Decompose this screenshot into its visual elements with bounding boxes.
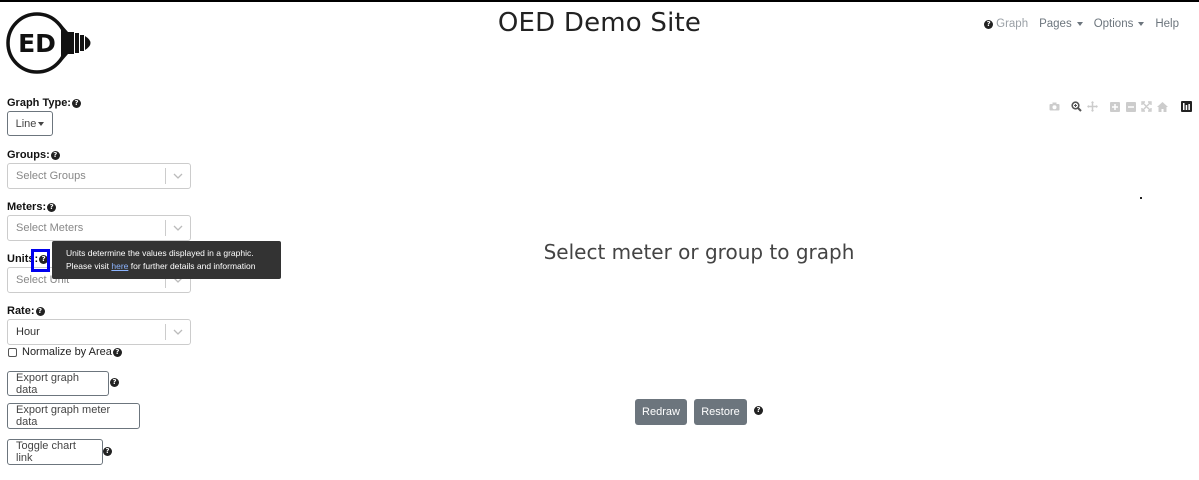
redraw-button[interactable]: Redraw [635,399,687,425]
chevron-down-icon[interactable] [166,164,190,188]
tooltip-line-1: Units determine the values displayed in … [66,248,254,258]
meters-label: Meters: ? [7,201,57,213]
camera-icon[interactable] [1048,100,1061,113]
zoom-icon[interactable] [1070,100,1083,113]
caret-down-icon [1138,22,1145,26]
nav-help[interactable]: Help [1155,18,1179,30]
top-navigation: ? Graph Pages Options Help [984,18,1179,30]
meters-label-text: Meters: [7,201,47,213]
nav-options-label: Options [1093,18,1134,30]
help-icon[interactable]: ? [110,378,119,387]
nav-pages-label: Pages [1039,18,1072,30]
graph-type-dropdown[interactable]: Line [7,111,53,136]
tooltip-help-link[interactable]: here [111,261,128,271]
groups-label: Groups: ? [7,149,60,161]
help-icon[interactable]: ? [50,150,60,160]
groups-label-text: Groups: [7,149,50,161]
restore-label: Restore [701,406,740,418]
toggle-chart-link-label: Toggle chart link [16,440,76,464]
rate-label-text: Rate: [7,305,35,317]
chevron-down-icon[interactable] [166,320,190,344]
graph-type-value: Line [15,117,37,130]
export-meter-data-button[interactable]: Export graph meter data [7,403,140,429]
help-icon[interactable]: ? [47,202,57,212]
units-tooltip: Units determine the values displayed in … [52,241,281,279]
plotly-logo-icon[interactable] [1180,100,1193,113]
export-graph-data-button[interactable]: Export graph data [7,371,109,396]
tooltip-line-2-pre: Please visit [66,261,112,271]
normalize-checkbox[interactable] [8,347,17,357]
graph-type-label-text: Graph Type: [7,97,71,109]
redraw-label: Redraw [642,406,680,418]
chevron-down-icon[interactable] [166,216,190,240]
caret-down-icon [1076,22,1083,26]
pan-icon[interactable] [1086,100,1099,113]
normalize-label: Normalize by Area [22,346,112,358]
groups-placeholder: Select Groups [16,170,86,182]
nav-graph[interactable]: ? Graph [984,18,1028,30]
units-help-focus-highlight[interactable] [31,249,50,272]
plot-modebar [1048,100,1193,113]
toggle-chart-link-button[interactable]: Toggle chart link [7,439,103,465]
reset-axes-icon[interactable] [1156,100,1169,113]
tooltip-line-2-post: for further details and information [128,261,256,271]
rate-label: Rate: ? [7,305,45,317]
export-meter-data-label: Export graph meter data [16,404,111,428]
help-icon[interactable]: ? [35,306,45,316]
help-icon: ? [984,19,994,29]
help-icon[interactable]: ? [71,98,81,108]
meters-placeholder: Select Meters [16,222,84,234]
autoscale-icon[interactable] [1140,100,1153,113]
export-graph-data-label: Export graph data [16,371,79,396]
restore-button[interactable]: Restore [694,399,747,425]
tooltip-line-2: Please visit here for further details an… [66,260,267,273]
nav-help-label: Help [1155,18,1179,30]
meters-select[interactable]: Select Meters [7,215,191,241]
graph-type-label: Graph Type: ? [7,97,81,109]
help-icon[interactable]: ? [754,406,763,415]
zoom-out-icon[interactable] [1124,100,1137,113]
nav-options-dropdown[interactable]: Options [1094,18,1145,30]
help-icon[interactable]: ? [112,347,122,357]
help-icon[interactable]: ? [103,447,112,456]
normalize-by-area-row: Normalize by Area ? [8,346,122,358]
empty-plot-message: Select meter or group to graph [543,240,855,264]
caret-down-icon [38,121,45,126]
rate-select[interactable]: Hour [7,319,191,345]
plot-artifact-dot [1140,197,1142,199]
nav-graph-label: Graph [996,18,1029,30]
rate-value: Hour [16,326,40,338]
nav-pages-dropdown[interactable]: Pages [1039,18,1083,30]
groups-select[interactable]: Select Groups [7,163,191,189]
zoom-in-icon[interactable] [1108,100,1121,113]
